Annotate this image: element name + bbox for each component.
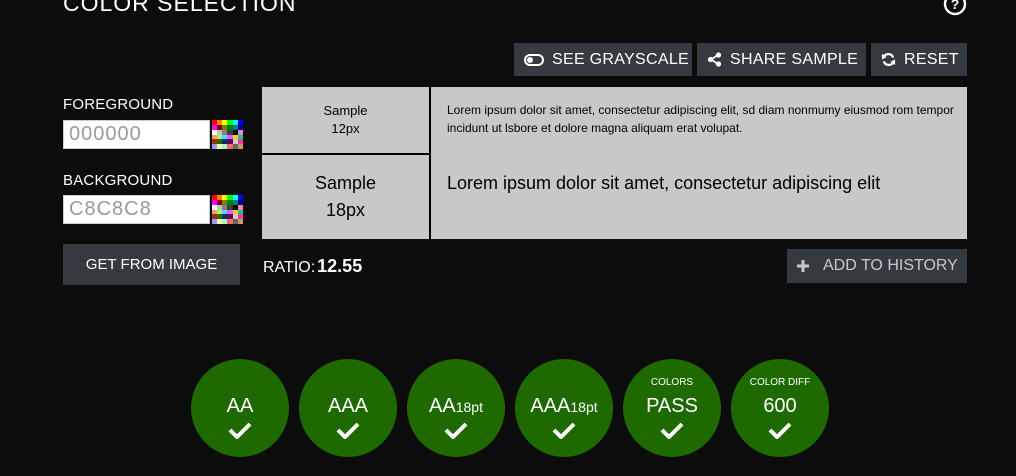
sample-18px-label: Sample 18px: [314, 172, 377, 220]
share-icon: [707, 52, 722, 67]
result-badge-aa-18pt: AA18pt: [407, 359, 505, 457]
divider: [429, 87, 431, 239]
reset-label: RESET: [904, 50, 959, 68]
divider: [262, 153, 429, 155]
result-badge-color-diff: COLOR DIFF 600: [731, 359, 829, 457]
result-badge-aa: AA: [191, 359, 289, 457]
check-icon: [552, 422, 576, 439]
toggle-icon: [524, 53, 544, 66]
check-icon: [444, 422, 468, 439]
foreground-color-input[interactable]: [63, 120, 210, 149]
add-to-history-label: ADD TO HISTORY: [823, 257, 958, 274]
share-sample-button[interactable]: SHARE SAMPLE: [697, 43, 866, 76]
share-sample-label: SHARE SAMPLE: [730, 50, 859, 68]
plus-icon: [797, 260, 809, 272]
contrast-ratio: RATIO: 12.55: [263, 256, 362, 277]
add-to-history-button[interactable]: ADD TO HISTORY: [787, 249, 967, 283]
refresh-icon: [881, 52, 896, 67]
see-grayscale-label: SEE GRAYSCALE: [552, 50, 689, 68]
result-badge-colors: COLORS PASS: [623, 359, 721, 457]
foreground-palette-icon[interactable]: [212, 120, 243, 149]
sample-12px-label: Sample 12px: [323, 103, 368, 136]
see-grayscale-button[interactable]: SEE GRAYSCALE: [514, 43, 692, 76]
foreground-label: FOREGROUND: [63, 96, 174, 113]
check-icon: [228, 422, 252, 439]
result-badge-aaa: AAA: [299, 359, 397, 457]
reset-button[interactable]: RESET: [871, 43, 967, 76]
background-label: BACKGROUND: [63, 172, 173, 189]
background-color-input[interactable]: [63, 195, 210, 224]
sample-preview: Sample 12px Sample 18px Lorem ipsum dolor …: [262, 87, 967, 239]
check-icon: [768, 422, 792, 439]
check-icon: [336, 422, 360, 439]
sample-text-large: Lorem ipsum dolor sit amet, consectetur …: [447, 173, 881, 193]
sample-text-small: Lorem ipsum dolor sit amet, consectetur …: [447, 103, 954, 135]
question-circle-icon[interactable]: ?: [943, 0, 967, 16]
svg-text:?: ?: [951, 0, 960, 12]
page-title: COLOR SELECTION: [63, 0, 297, 16]
get-from-image-button[interactable]: GET FROM IMAGE: [63, 244, 240, 285]
background-palette-icon[interactable]: [212, 195, 243, 224]
check-icon: [660, 422, 684, 439]
ratio-value: 12.55: [317, 256, 363, 276]
result-badge-aaa-18pt: AAA18pt: [515, 359, 613, 457]
ratio-label: RATIO:: [263, 259, 316, 276]
